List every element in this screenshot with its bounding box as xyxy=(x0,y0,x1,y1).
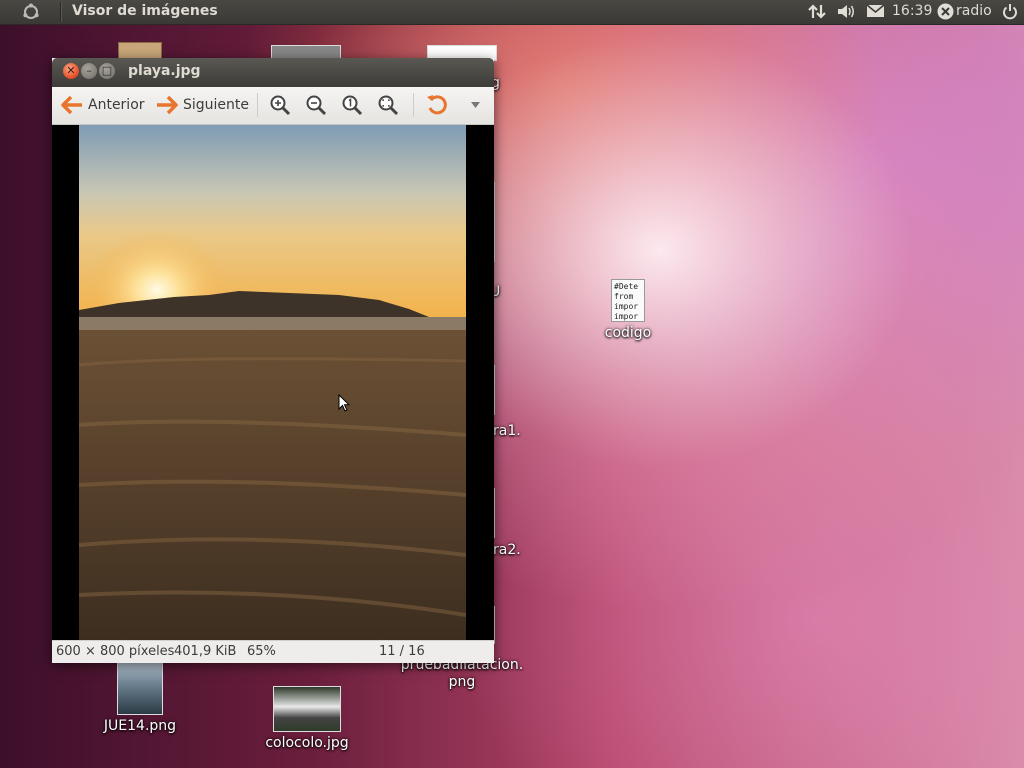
toolbar-separator xyxy=(257,93,258,117)
toolbar: Anterior Siguiente xyxy=(52,87,494,125)
user-name[interactable]: radio xyxy=(956,3,992,19)
image-counter: 11 / 16 xyxy=(379,644,425,659)
image-file-size: 401,9 KiB xyxy=(174,644,237,659)
beach-sunset-photo xyxy=(79,125,466,640)
desktop-icon-label: codigo xyxy=(604,325,652,341)
volume-icon[interactable] xyxy=(836,3,856,24)
window-title: playa.jpg xyxy=(128,63,201,79)
arrow-left-icon xyxy=(61,95,82,115)
app-title: Visor de imágenes xyxy=(72,3,218,19)
zoom-level: 65% xyxy=(247,644,276,659)
desktop-icon-codigo[interactable]: #Dete from impor impor codigo xyxy=(600,279,656,342)
ubuntu-logo-icon[interactable] xyxy=(22,3,40,21)
toolbar-separator xyxy=(413,93,414,117)
arrow-right-icon xyxy=(157,95,178,115)
mail-icon[interactable] xyxy=(866,3,885,23)
image-display-area[interactable] xyxy=(52,125,494,640)
desktop-icon-label: JUE14.png xyxy=(103,718,177,734)
zoom-out-icon[interactable] xyxy=(305,94,327,116)
chevron-down-icon[interactable] xyxy=(471,102,480,108)
image-thumbnail xyxy=(117,661,163,715)
network-icon[interactable] xyxy=(808,3,826,24)
close-button[interactable]: ✕ xyxy=(63,63,79,79)
desktop-icon-jue14[interactable]: JUE14.png xyxy=(98,661,182,735)
clock[interactable]: 16:39 xyxy=(892,3,932,19)
zoom-normal-icon[interactable] xyxy=(341,94,363,116)
panel-separator xyxy=(60,2,62,22)
desktop-icon-label: ra1. xyxy=(493,423,521,439)
desktop-icon-colocolo[interactable]: colocolo.jpg xyxy=(263,686,351,752)
user-status-icon[interactable] xyxy=(937,3,954,24)
maximize-icon: □ xyxy=(101,64,113,77)
mouse-cursor-icon xyxy=(338,394,350,412)
minimize-button[interactable]: – xyxy=(81,63,97,79)
desktop-icon-label: colocolo.jpg xyxy=(265,735,349,751)
next-button[interactable]: Siguiente xyxy=(155,95,249,115)
previous-button-label: Anterior xyxy=(88,97,145,113)
rotate-icon[interactable] xyxy=(425,93,449,117)
close-icon: ✕ xyxy=(66,64,76,77)
top-panel: Visor de imágenes 16:39 radio xyxy=(0,0,1024,25)
desktop-icon-label: ra2. xyxy=(493,542,521,558)
zoom-fit-icon[interactable] xyxy=(377,94,399,116)
image-viewer-window: ✕ – □ playa.jpg Anterior Siguiente 600 ×… xyxy=(52,58,494,663)
window-titlebar[interactable]: ✕ – □ playa.jpg xyxy=(52,58,494,87)
image-thumbnail xyxy=(273,686,341,732)
zoom-in-icon[interactable] xyxy=(269,94,291,116)
next-button-label: Siguiente xyxy=(183,97,250,113)
power-icon[interactable] xyxy=(1002,3,1018,24)
text-file-icon: #Dete from impor impor xyxy=(611,279,645,322)
minimize-icon: – xyxy=(86,64,92,77)
maximize-button[interactable]: □ xyxy=(99,63,115,79)
image-dimensions: 600 × 800 píxeles xyxy=(56,644,175,659)
previous-button[interactable]: Anterior xyxy=(60,95,145,115)
status-bar: 600 × 800 píxeles 401,9 KiB 65% 11 / 16 xyxy=(52,640,494,663)
